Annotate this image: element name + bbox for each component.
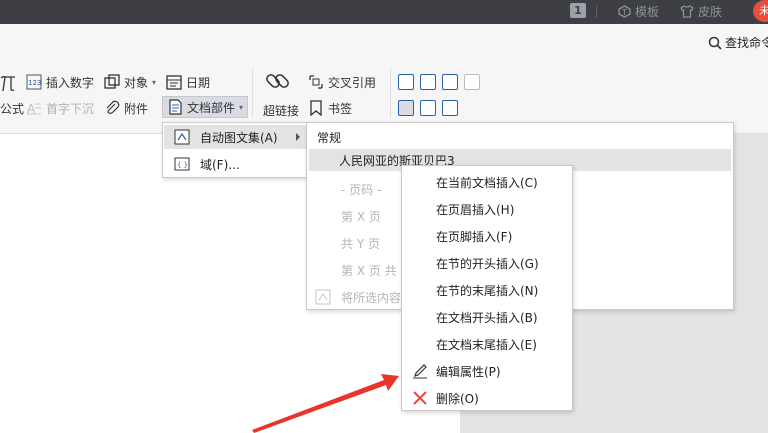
- annotation-arrow: [252, 374, 399, 433]
